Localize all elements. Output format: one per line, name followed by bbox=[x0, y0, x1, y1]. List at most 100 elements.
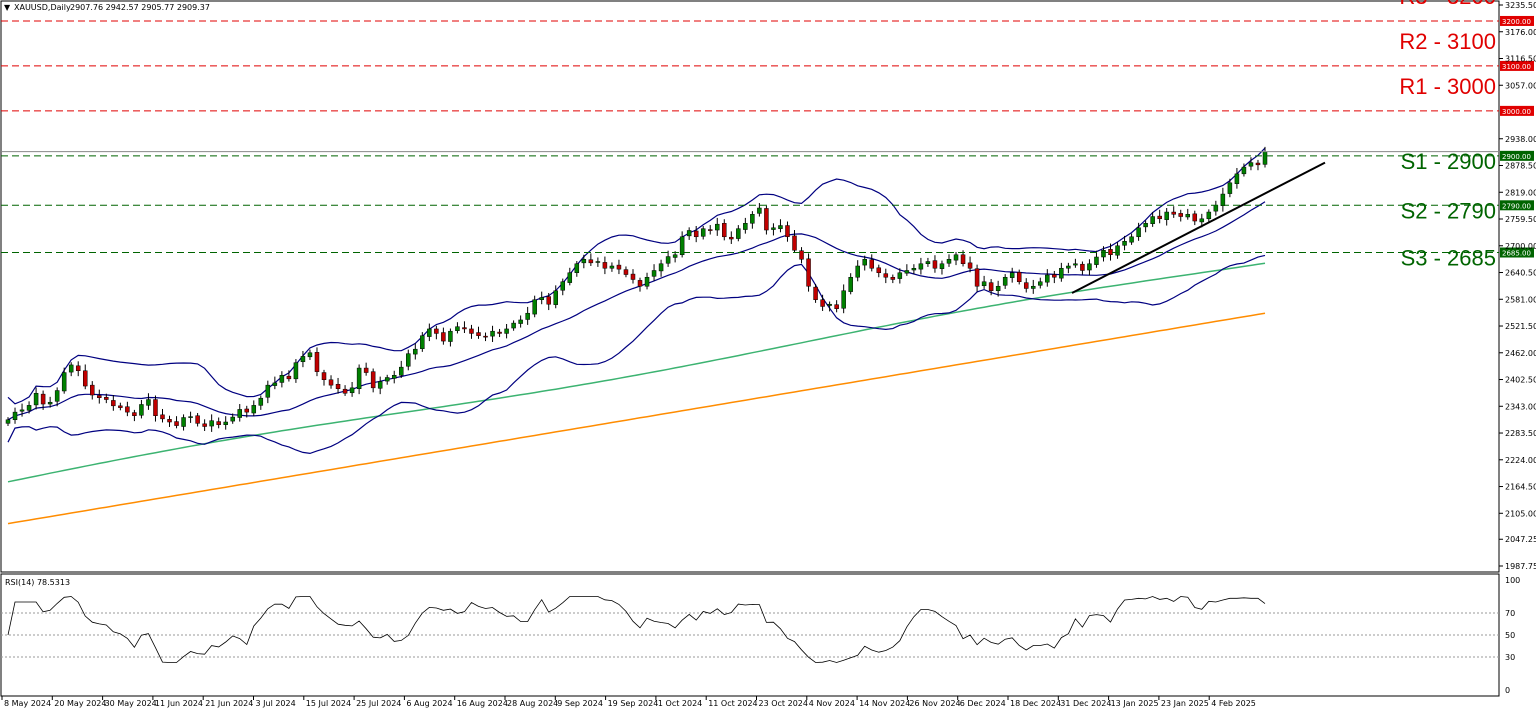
candle-body bbox=[1108, 249, 1113, 256]
candle-body bbox=[960, 254, 966, 265]
candle-body bbox=[1213, 205, 1219, 212]
candle-body bbox=[939, 263, 945, 269]
price-tick-label: 2878.50 bbox=[1505, 162, 1536, 171]
price-tick-label: 2521.50 bbox=[1505, 322, 1536, 331]
price-tick-label: 2759.50 bbox=[1505, 215, 1536, 224]
time-tick-label: 11 Oct 2024 bbox=[708, 699, 757, 708]
candle-body bbox=[827, 303, 832, 306]
candle-body bbox=[574, 263, 580, 273]
candle-body bbox=[764, 208, 769, 231]
time-tick-label: 30 May 2024 bbox=[105, 699, 157, 708]
candle-body bbox=[820, 299, 825, 307]
candle-body bbox=[743, 223, 748, 230]
candle-body bbox=[1094, 256, 1099, 265]
candle-body bbox=[1248, 162, 1254, 167]
candle-body bbox=[729, 236, 734, 240]
time-tick-label: 16 Aug 2024 bbox=[457, 699, 508, 708]
candle-body bbox=[314, 352, 320, 372]
candle-body bbox=[1185, 214, 1191, 218]
candle-body bbox=[1023, 282, 1029, 289]
symbol-dropdown-icon[interactable]: ▼ bbox=[4, 3, 11, 12]
price-tick-label: 3176.00 bbox=[1505, 28, 1536, 37]
candle-body bbox=[981, 281, 987, 287]
candle-body bbox=[406, 353, 411, 367]
candle-body bbox=[609, 265, 615, 269]
candle-body bbox=[1241, 166, 1247, 175]
candle-body bbox=[153, 399, 158, 416]
candle-body bbox=[1038, 281, 1043, 286]
candle-body bbox=[342, 388, 348, 394]
candle-body bbox=[644, 276, 650, 287]
price-tick-label: 2164.50 bbox=[1505, 483, 1536, 492]
candle-body bbox=[630, 273, 636, 280]
candle-body bbox=[792, 235, 797, 251]
candle-body bbox=[785, 225, 790, 238]
candle-body bbox=[118, 405, 123, 408]
level-price-box-text: 3100.00 bbox=[1502, 63, 1531, 71]
price-tick-label: 1987.75 bbox=[1505, 562, 1536, 571]
level-price-box-text: 3000.00 bbox=[1502, 108, 1531, 116]
candle-body bbox=[356, 367, 362, 389]
candle-body bbox=[448, 330, 453, 342]
candle-body bbox=[932, 260, 938, 269]
candle-body bbox=[693, 230, 699, 238]
candle-body bbox=[384, 377, 390, 382]
price-tick-label: 2224.00 bbox=[1505, 456, 1536, 465]
candle-body bbox=[518, 319, 523, 324]
candle-body bbox=[1045, 274, 1050, 283]
price-tick-label: 2047.25 bbox=[1505, 535, 1536, 544]
time-tick-label: 28 Aug 2024 bbox=[507, 699, 558, 708]
candle-body bbox=[511, 322, 516, 329]
chart-title: XAUUSD,Daily bbox=[14, 3, 71, 12]
candle-body bbox=[181, 417, 186, 427]
candle-body bbox=[265, 384, 271, 398]
candle-body bbox=[1052, 274, 1057, 278]
candle-body bbox=[160, 414, 165, 420]
candle-body bbox=[1073, 263, 1078, 266]
level-price-box-text: 2900.00 bbox=[1502, 153, 1531, 161]
candle-body bbox=[420, 335, 425, 349]
time-tick-label: 15 Jul 2024 bbox=[306, 699, 351, 708]
candle-body bbox=[855, 265, 860, 278]
candle-body bbox=[539, 297, 544, 300]
candle-body bbox=[54, 390, 60, 402]
time-tick-label: 9 Sep 2024 bbox=[557, 699, 603, 708]
candle-body bbox=[1016, 272, 1022, 282]
time-tick-label: 13 Jan 2025 bbox=[1111, 699, 1159, 708]
candle-body bbox=[707, 229, 713, 231]
time-tick-label: 14 Nov 2024 bbox=[859, 699, 910, 708]
rsi-tick-label: 0 bbox=[1505, 686, 1510, 695]
candle-body bbox=[616, 264, 622, 270]
candle-body bbox=[40, 393, 46, 405]
candle-body bbox=[462, 327, 467, 330]
level-label: R3 - 3200 bbox=[1399, 0, 1496, 9]
time-tick-label: 6 Dec 2024 bbox=[960, 699, 1006, 708]
time-tick-label: 8 May 2024 bbox=[4, 699, 51, 708]
time-tick-label: 25 Jul 2024 bbox=[356, 699, 401, 708]
candle-body bbox=[546, 296, 551, 305]
candle-body bbox=[834, 304, 839, 309]
price-tick-label: 2938.00 bbox=[1505, 135, 1536, 144]
candle-body bbox=[174, 421, 179, 426]
candle-body bbox=[307, 352, 313, 358]
candle-body bbox=[12, 411, 18, 421]
candle-body bbox=[1009, 272, 1015, 278]
candle-body bbox=[897, 272, 903, 279]
level-label: S3 - 2685 bbox=[1401, 246, 1496, 271]
candle-body bbox=[202, 423, 207, 427]
time-tick-label: 1 Oct 2024 bbox=[658, 699, 702, 708]
candle-body bbox=[595, 261, 601, 263]
candle-body bbox=[476, 332, 481, 336]
candle-body bbox=[525, 312, 530, 320]
price-tick-label: 2283.50 bbox=[1505, 429, 1536, 438]
candle-body bbox=[1171, 211, 1176, 215]
candle-body bbox=[286, 375, 292, 380]
candle-body bbox=[90, 384, 95, 396]
candle-body bbox=[19, 409, 25, 412]
price-tick-label: 2581.00 bbox=[1505, 295, 1536, 304]
ohlc-readout: 2907.76 2942.57 2905.77 2909.37 bbox=[70, 3, 210, 12]
candle-body bbox=[490, 330, 495, 337]
candle-body bbox=[560, 281, 566, 291]
level-label: R2 - 3100 bbox=[1399, 29, 1496, 54]
candle-body bbox=[602, 262, 608, 269]
